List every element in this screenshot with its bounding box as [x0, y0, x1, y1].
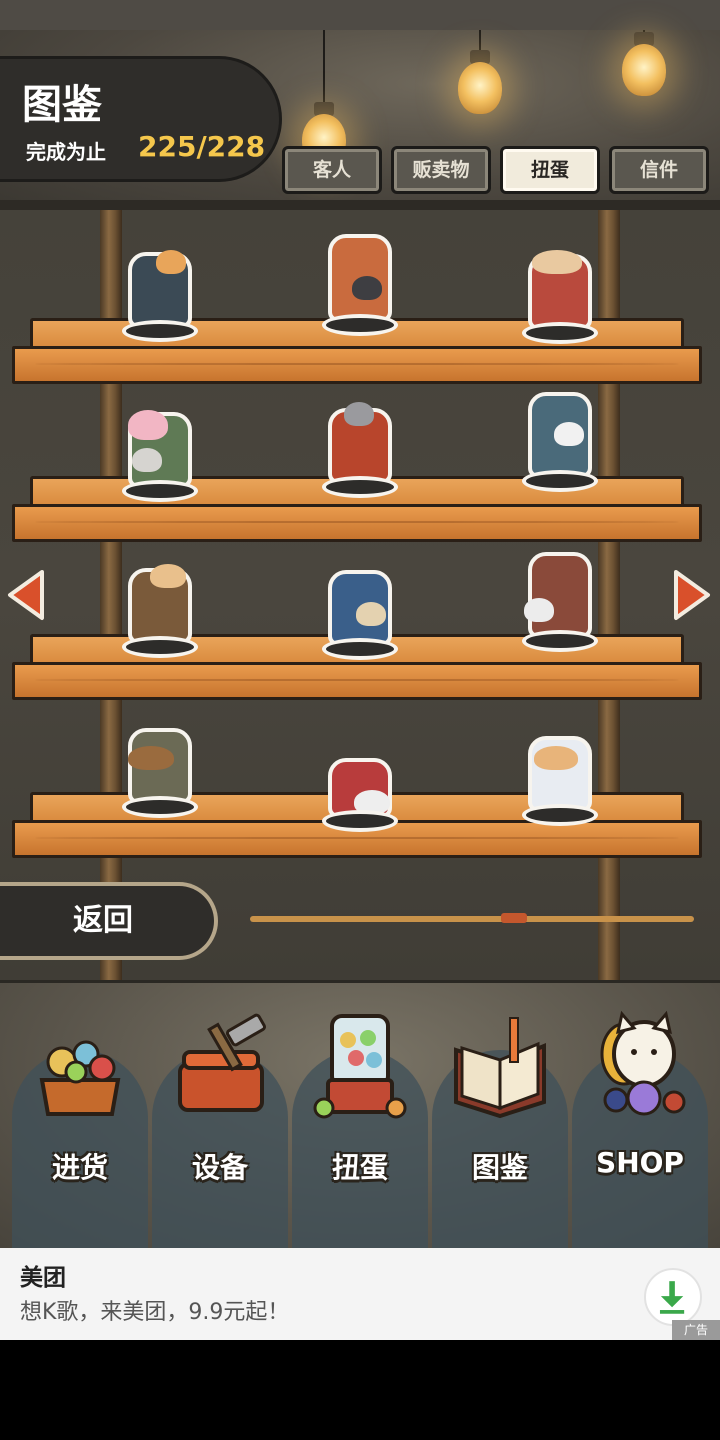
- gacha-figure-cat-blossom[interactable]: [118, 402, 202, 502]
- stock-crate-icon: [30, 1010, 130, 1120]
- progress-label: 完成为止: [26, 140, 106, 164]
- gacha-figure-cat-table[interactable]: [118, 558, 202, 658]
- download-icon[interactable]: [644, 1268, 702, 1326]
- gacha-figure-cat-tv[interactable]: [518, 244, 602, 344]
- right-arrow-icon[interactable]: [670, 568, 714, 622]
- progress-value: 225/228: [138, 130, 266, 163]
- nav-stock-label: 进货: [51, 1151, 108, 1184]
- toolbox-icon: [170, 1010, 270, 1120]
- page-title: 图鉴: [22, 82, 102, 128]
- left-arrow-icon[interactable]: [4, 568, 48, 622]
- tab-merchandise[interactable]: 贩卖物: [391, 146, 491, 194]
- gacha-figure-cat-kotatsu[interactable]: [318, 732, 402, 832]
- nav-stock-button[interactable]: 进货: [12, 1010, 148, 1250]
- nav-equipment-label: 设备: [191, 1151, 248, 1184]
- nav-gacha-button[interactable]: 扭蛋: [292, 1010, 428, 1250]
- game-screen: 图鉴 完成为止 225/228 客人 贩卖物 扭蛋 信件 返回 进货 设备 扭蛋…: [0, 0, 720, 1440]
- gacha-figure-cat-postbox[interactable]: [318, 398, 402, 498]
- gacha-figure-cat-bucket[interactable]: [118, 718, 202, 818]
- gacha-figure-cat-window[interactable]: [518, 392, 602, 492]
- tab-letters[interactable]: 信件: [609, 146, 709, 194]
- ad-description: 想K歌，来美团，9.9元起！: [20, 1300, 290, 1325]
- page-scrollbar[interactable]: [250, 916, 694, 922]
- gacha-figure-cat-lantern[interactable]: [318, 560, 402, 660]
- nav-equipment-button[interactable]: 设备: [152, 1010, 288, 1250]
- gacha-figure-cat-shrine[interactable]: [318, 234, 402, 336]
- gacha-figure-cat-pot[interactable]: [118, 242, 202, 342]
- back-button[interactable]: 返回: [0, 882, 218, 960]
- nav-collection-label: 图鉴: [471, 1151, 528, 1184]
- gacha-figure-cat-snow[interactable]: [518, 726, 602, 826]
- nav-gacha-label: 扭蛋: [331, 1151, 388, 1184]
- nav-shop-button[interactable]: SHOP: [572, 1010, 708, 1250]
- ad-tag: 广告: [672, 1320, 720, 1340]
- lucky-cat-icon: [590, 1010, 690, 1120]
- book-icon: [450, 1010, 550, 1120]
- scrollbar-thumb[interactable]: [500, 913, 527, 923]
- nav-shop-label: SHOP: [596, 1146, 684, 1179]
- tab-gacha[interactable]: 扭蛋: [500, 146, 600, 194]
- gacha-machine-icon: [310, 1010, 410, 1120]
- tab-guests[interactable]: 客人: [282, 146, 382, 194]
- ad-title: 美团: [20, 1265, 66, 1291]
- nav-collection-button[interactable]: 图鉴: [432, 1010, 568, 1250]
- gacha-figure-cat-phonebooth[interactable]: [518, 552, 602, 652]
- status-bar: [0, 0, 720, 30]
